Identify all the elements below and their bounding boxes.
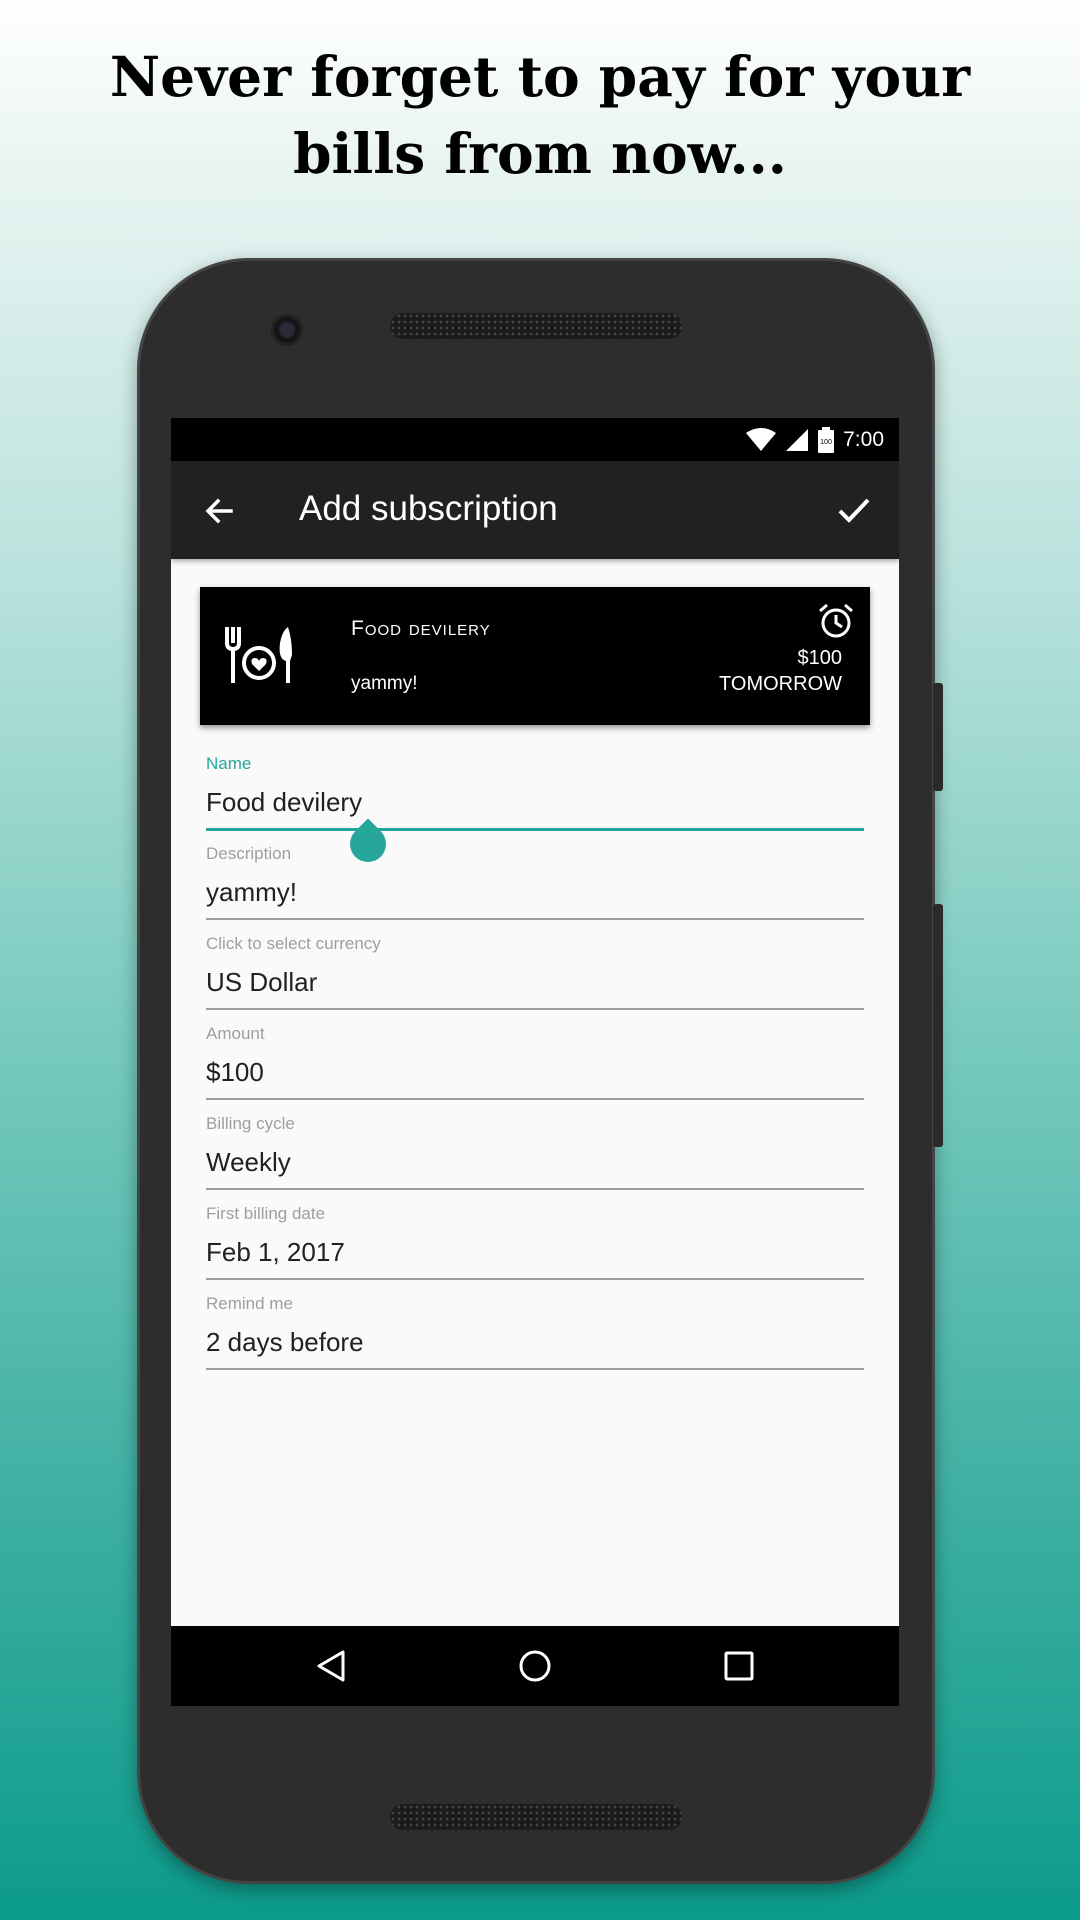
card-subscription-description: yammy! — [351, 673, 418, 694]
top-speaker-grille — [390, 313, 682, 339]
volume-button — [933, 904, 943, 1147]
first-billing-date-field[interactable]: First billing date Feb 1, 2017 — [206, 1204, 864, 1280]
currency-field[interactable]: Click to select currency US Dollar — [206, 934, 864, 1010]
card-amount: $100 — [797, 647, 843, 669]
amount-field-underline — [206, 1098, 864, 1100]
billing-cycle-field[interactable]: Billing cycle Weekly — [206, 1114, 864, 1190]
billing-cycle-select[interactable]: Weekly — [206, 1147, 291, 1178]
description-input[interactable]: yammy! — [206, 877, 297, 908]
phone-screen: 100 7:00 Add subscription Food devilery … — [171, 418, 899, 1706]
amount-field[interactable]: Amount $100 — [206, 1024, 864, 1100]
food-dish-icon — [225, 627, 292, 683]
home-circle-icon[interactable] — [517, 1648, 553, 1684]
page-title: Add subscription — [299, 489, 558, 528]
first-billing-date-picker[interactable]: Feb 1, 2017 — [206, 1237, 345, 1268]
back-triangle-icon[interactable] — [313, 1648, 349, 1684]
check-icon[interactable] — [835, 491, 873, 529]
description-field-underline — [206, 918, 864, 920]
name-field-underline — [206, 828, 864, 831]
headline: Never forget to pay for your bills from … — [0, 38, 1080, 192]
name-field-label: Name — [206, 754, 252, 773]
headline-line-1: Never forget to pay for your — [109, 44, 971, 109]
front-camera — [271, 314, 303, 346]
subscription-preview-card: Food devilery yammy! $100 TOMORROW — [200, 587, 870, 725]
remind-me-field-label: Remind me — [206, 1294, 293, 1313]
currency-field-underline — [206, 1008, 864, 1010]
power-button — [933, 683, 943, 791]
amount-input[interactable]: $100 — [206, 1057, 264, 1088]
currency-select[interactable]: US Dollar — [206, 967, 317, 998]
recents-square-icon[interactable] — [721, 1648, 757, 1684]
system-nav-bar — [171, 1626, 899, 1706]
billing-cycle-field-label: Billing cycle — [206, 1114, 295, 1133]
remind-me-field-underline — [206, 1368, 864, 1370]
alarm-clock-icon — [819, 603, 853, 638]
status-time: 7:00 — [843, 427, 884, 451]
wifi-icon — [746, 427, 777, 451]
card-subscription-name: Food devilery — [351, 617, 491, 640]
first-billing-date-field-underline — [206, 1278, 864, 1280]
remind-me-select[interactable]: 2 days before — [206, 1327, 364, 1358]
currency-field-label: Click to select currency — [206, 934, 381, 953]
name-field[interactable]: Name Food devilery — [206, 754, 864, 831]
card-due-date: TOMORROW — [719, 673, 842, 695]
bottom-speaker-grille — [390, 1804, 682, 1830]
remind-me-field[interactable]: Remind me 2 days before — [206, 1294, 864, 1370]
app-bar: Add subscription — [171, 461, 899, 559]
signal-icon — [786, 428, 809, 451]
battery-level: 100 — [820, 439, 832, 446]
amount-field-label: Amount — [206, 1024, 265, 1043]
headline-line-2: bills from now... — [293, 121, 787, 186]
status-bar: 100 7:00 — [171, 418, 899, 461]
billing-cycle-field-underline — [206, 1188, 864, 1190]
description-field-label: Description — [206, 844, 292, 863]
battery-icon: 100 — [818, 426, 835, 453]
arrow-back-icon[interactable] — [201, 493, 237, 529]
first-billing-date-field-label: First billing date — [206, 1204, 326, 1223]
description-field[interactable]: Description yammy! — [206, 844, 864, 920]
name-input[interactable]: Food devilery — [206, 787, 362, 818]
